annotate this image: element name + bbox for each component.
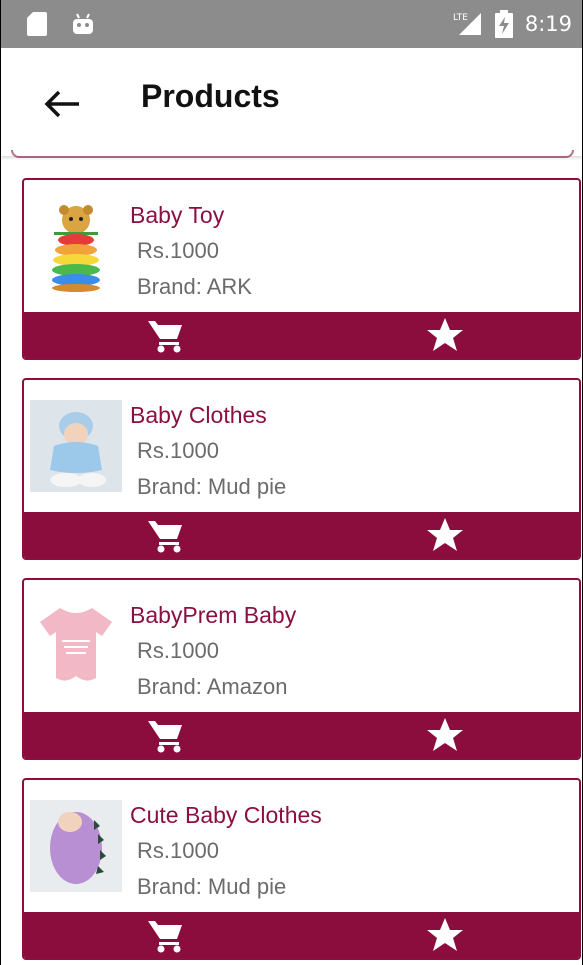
status-right: LTE 8:19 bbox=[453, 10, 572, 38]
svg-text:LTE: LTE bbox=[453, 13, 468, 23]
product-price: Rs.1000 bbox=[137, 438, 219, 463]
product-brand: Brand: ARK bbox=[137, 274, 252, 299]
status-time: 8:19 bbox=[524, 12, 572, 36]
star-icon[interactable] bbox=[426, 317, 464, 353]
product-card[interactable]: BabyPrem Baby Rs.1000 Brand: Amazon bbox=[22, 578, 581, 760]
pink-onesie bbox=[30, 600, 122, 692]
phone-screen: LTE 8:19 Products Baby Toy Rs.1000 Brand… bbox=[0, 0, 583, 965]
shopping-cart-icon[interactable] bbox=[146, 517, 186, 553]
product-price: Rs.1000 bbox=[137, 638, 219, 663]
baby-in-blue-outfit bbox=[30, 400, 122, 492]
star-icon[interactable] bbox=[426, 717, 464, 753]
arrow-back-icon[interactable] bbox=[43, 88, 83, 120]
lte-signal-icon: LTE bbox=[453, 11, 483, 37]
sd-card-icon bbox=[27, 12, 47, 36]
product-price: Rs.1000 bbox=[137, 838, 219, 863]
star-icon[interactable] bbox=[426, 917, 464, 953]
product-brand: Brand: Mud pie bbox=[137, 474, 287, 499]
app-bar: Products bbox=[1, 48, 582, 156]
product-card[interactable]: Baby Clothes Rs.1000 Brand: Mud pie bbox=[22, 378, 581, 560]
shopping-cart-icon[interactable] bbox=[146, 317, 186, 353]
product-name[interactable]: Cute Baby Clothes bbox=[130, 802, 322, 829]
product-name[interactable]: Baby Toy bbox=[130, 202, 224, 229]
product-card[interactable]: Cute Baby Clothes Rs.1000 Brand: Mud pie bbox=[22, 778, 581, 960]
product-brand: Brand: Amazon bbox=[137, 674, 288, 699]
star-icon[interactable] bbox=[426, 517, 464, 553]
product-name[interactable]: Baby Clothes bbox=[130, 402, 267, 429]
list-top-divider bbox=[11, 150, 574, 158]
product-price: Rs.1000 bbox=[137, 238, 219, 263]
status-bar: LTE 8:19 bbox=[1, 0, 582, 48]
page-title: Products bbox=[141, 78, 280, 114]
shopping-cart-icon[interactable] bbox=[146, 717, 186, 753]
product-thumbnail bbox=[30, 800, 122, 892]
card-action-bar bbox=[24, 712, 579, 758]
product-thumbnail bbox=[30, 400, 122, 492]
product-name[interactable]: BabyPrem Baby bbox=[130, 602, 296, 629]
product-brand: Brand: Mud pie bbox=[137, 874, 287, 899]
card-action-bar bbox=[24, 912, 579, 958]
card-action-bar bbox=[24, 312, 579, 358]
product-thumbnail bbox=[30, 600, 122, 692]
product-card[interactable]: Baby Toy Rs.1000 Brand: ARK bbox=[22, 178, 581, 360]
shopping-cart-icon[interactable] bbox=[146, 917, 186, 953]
status-left bbox=[27, 12, 95, 36]
stacking-ring-toy bbox=[52, 205, 100, 292]
battery-charging-icon bbox=[494, 10, 513, 38]
card-action-bar bbox=[24, 512, 579, 558]
android-icon bbox=[71, 12, 95, 36]
product-thumbnail bbox=[30, 200, 122, 292]
baby-in-purple-dino-suit bbox=[30, 800, 122, 892]
